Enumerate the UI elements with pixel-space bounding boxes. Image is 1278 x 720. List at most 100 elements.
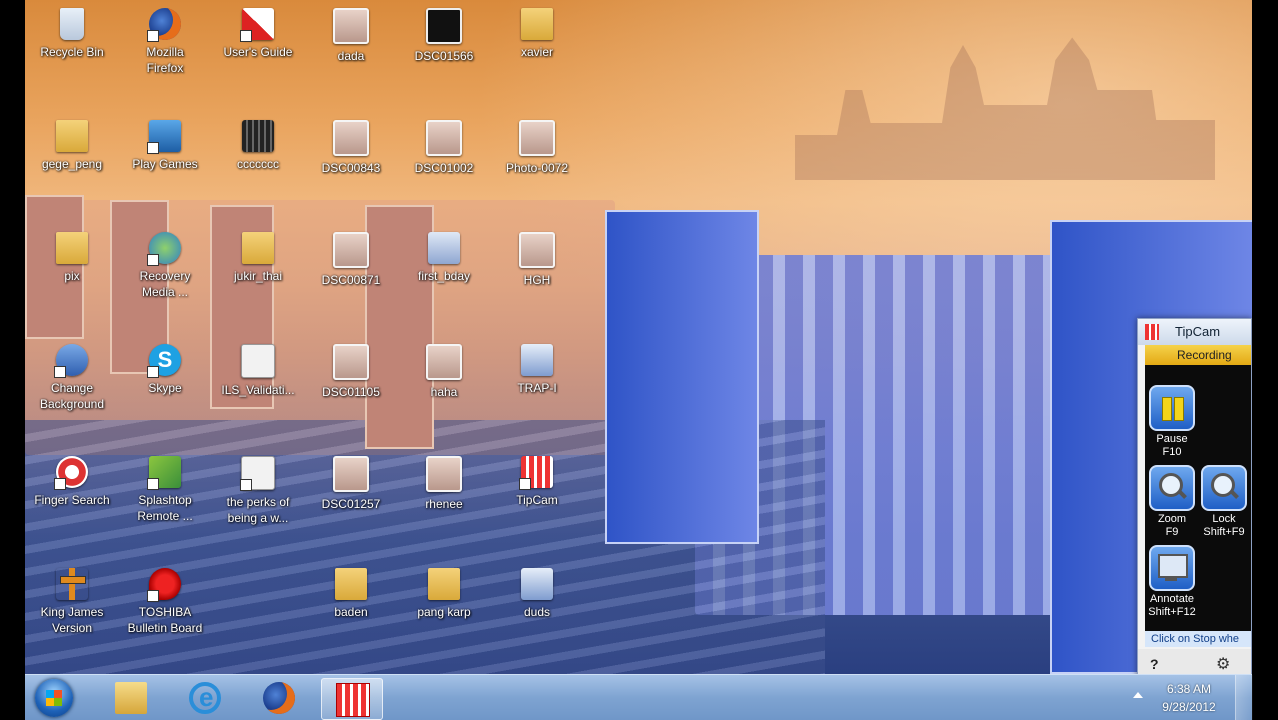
icon-label: Mozilla Firefox bbox=[146, 45, 184, 75]
desktop-icon-dsc01566[interactable]: DSC01566 bbox=[397, 0, 491, 86]
desktop-icon-dsc01105[interactable]: DSC01105 bbox=[304, 336, 398, 422]
icon-label: TipCam bbox=[516, 493, 558, 507]
clock-date: 9/28/2012 bbox=[1162, 700, 1216, 714]
desktop-icon-baden[interactable]: baden bbox=[304, 560, 398, 646]
folder-icon bbox=[115, 682, 147, 714]
desktop-icon-recycle-bin[interactable]: Recycle Bin bbox=[25, 0, 119, 86]
icon-label: DSC01566 bbox=[414, 49, 474, 63]
desktop-icon-hgh[interactable]: HGH bbox=[490, 224, 584, 310]
icon-label: ILS_Validati... bbox=[221, 383, 295, 397]
lock-button[interactable]: Lock Shift+F9 bbox=[1198, 465, 1250, 539]
settings-gear-icon[interactable]: ⚙ bbox=[1216, 654, 1230, 674]
icon-label: the perks of being a w... bbox=[226, 495, 290, 525]
folder-icon bbox=[56, 120, 88, 152]
desktop-icon-duds[interactable]: duds bbox=[490, 560, 584, 646]
zoom-button[interactable]: Zoom F9 bbox=[1146, 465, 1198, 539]
tipcam-title: TipCam bbox=[1175, 324, 1221, 339]
fingerprint-icon bbox=[54, 456, 88, 490]
icon-label: ccccccc bbox=[237, 157, 279, 171]
desktop-icon-pix[interactable]: pix bbox=[25, 224, 119, 310]
taskbar-clock[interactable]: 6:38 AM 9/28/2012 bbox=[1153, 680, 1225, 716]
desktop-icon-dsc00843[interactable]: DSC00843 bbox=[304, 112, 398, 198]
desktop-icon-trap-i[interactable]: TRAP-I bbox=[490, 336, 584, 422]
desktop-icon-rhenee[interactable]: rhenee bbox=[397, 448, 491, 534]
recording-status: Recording bbox=[1145, 345, 1251, 365]
desktop-icon-change-background[interactable]: Change Background bbox=[25, 336, 119, 422]
icon-label: dada bbox=[337, 49, 365, 63]
icon-label: Splashtop Remote ... bbox=[137, 493, 193, 523]
annotate-shortcut: Shift+F12 bbox=[1148, 606, 1196, 618]
desktop-icon-dsc01257[interactable]: DSC01257 bbox=[304, 448, 398, 534]
show-desktop-button[interactable] bbox=[1235, 675, 1253, 720]
icon-label: haha bbox=[430, 385, 458, 399]
icon-label: HGH bbox=[523, 273, 551, 287]
desktop-icon-dsc00871[interactable]: DSC00871 bbox=[304, 224, 398, 310]
tray-expand-icon[interactable] bbox=[1133, 692, 1143, 698]
games-icon bbox=[147, 120, 181, 154]
icon-label: King James Version bbox=[40, 605, 104, 635]
desktop-icon-haha[interactable]: haha bbox=[397, 336, 491, 422]
icon-label: pix bbox=[64, 269, 80, 283]
icon-label: xavier bbox=[520, 45, 553, 59]
guide-icon bbox=[240, 8, 274, 42]
zoom-shortcut: F9 bbox=[1165, 526, 1179, 538]
icon-label: gege_peng bbox=[41, 157, 103, 171]
desktop-icon-jukir-thai[interactable]: jukir_thai bbox=[211, 224, 305, 310]
desktop-icon-dada[interactable]: dada bbox=[304, 0, 398, 86]
desktop-icon-pang-karp[interactable]: pang karp bbox=[397, 560, 491, 646]
web-file-icon bbox=[428, 232, 460, 264]
desktop-icon-splashtop[interactable]: Splashtop Remote ... bbox=[118, 448, 212, 534]
pin-icon bbox=[147, 568, 181, 602]
tipcam-panel[interactable]: TipCam Recording Pause F10 Zoom F9 Lock … bbox=[1137, 318, 1252, 682]
taskbar-explorer[interactable] bbox=[101, 678, 161, 718]
help-button[interactable]: ? bbox=[1150, 656, 1159, 672]
desktop-icon-tipcam[interactable]: TipCam bbox=[490, 448, 584, 534]
desktop-icon-play-games[interactable]: Play Games bbox=[118, 112, 212, 198]
desktop-icon-ils-validation[interactable]: ILS_Validati... bbox=[211, 336, 305, 422]
desktop-icon-first-bday[interactable]: first_bday bbox=[397, 224, 491, 310]
desktop-icon-photo-0072[interactable]: Photo-0072 bbox=[490, 112, 584, 198]
taskbar-tipcam[interactable] bbox=[321, 678, 383, 720]
taskbar-internet-explorer[interactable] bbox=[175, 678, 235, 718]
recycle-bin-icon bbox=[60, 8, 84, 40]
document-icon bbox=[240, 456, 275, 491]
desktop-icon-toshiba-bulletin[interactable]: TOSHIBA Bulletin Board bbox=[118, 560, 212, 646]
start-button[interactable] bbox=[35, 679, 73, 717]
icon-label: DSC01257 bbox=[321, 497, 381, 511]
desktop[interactable]: Recycle Bin Mozilla Firefox User's Guide… bbox=[25, 0, 1252, 674]
internet-explorer-icon bbox=[189, 682, 221, 714]
folder-icon bbox=[428, 568, 460, 600]
document-icon bbox=[241, 344, 275, 378]
desktop-icon-users-guide[interactable]: User's Guide bbox=[211, 0, 305, 86]
photo-icon bbox=[519, 120, 555, 156]
photo-icon bbox=[333, 232, 369, 268]
tipcam-icon bbox=[336, 683, 370, 717]
desktop-icon-gege-peng[interactable]: gege_peng bbox=[25, 112, 119, 198]
desktop-icon-firefox[interactable]: Mozilla Firefox bbox=[118, 0, 212, 86]
photo-icon bbox=[426, 456, 462, 492]
annotate-icon bbox=[1149, 545, 1195, 591]
desktop-icon-xavier[interactable]: xavier bbox=[490, 0, 584, 86]
desktop-icon-recovery-media[interactable]: Recovery Media ... bbox=[118, 224, 212, 310]
taskbar-firefox[interactable] bbox=[249, 678, 309, 718]
photo-icon bbox=[426, 344, 462, 380]
splashtop-icon bbox=[147, 456, 181, 490]
desktop-icon-dsc01002[interactable]: DSC01002 bbox=[397, 112, 491, 198]
folder-icon bbox=[521, 8, 553, 40]
pause-button[interactable]: Pause F10 bbox=[1146, 385, 1198, 459]
firefox-icon bbox=[147, 8, 181, 42]
photo-icon bbox=[333, 456, 369, 492]
annotate-button[interactable]: Annotate Shift+F12 bbox=[1146, 545, 1198, 619]
desktop-icon-perks-wallflower[interactable]: the perks of being a w... bbox=[211, 448, 305, 534]
icon-label: DSC01002 bbox=[414, 161, 474, 175]
taskbar: 6:38 AM 9/28/2012 bbox=[25, 674, 1253, 720]
photo-icon bbox=[519, 232, 555, 268]
desktop-icon-skype[interactable]: S Skype bbox=[118, 336, 212, 422]
desktop-icon-ccccccc[interactable]: ccccccc bbox=[211, 112, 305, 198]
desktop-icon-king-james[interactable]: King James Version bbox=[25, 560, 119, 646]
zoom-icon bbox=[1149, 465, 1195, 511]
recovery-icon bbox=[147, 232, 181, 266]
desktop-icon-finger-search[interactable]: Finger Search bbox=[25, 448, 119, 534]
tipcam-titlebar[interactable]: TipCam bbox=[1138, 319, 1251, 345]
icon-label: pang karp bbox=[417, 605, 471, 619]
